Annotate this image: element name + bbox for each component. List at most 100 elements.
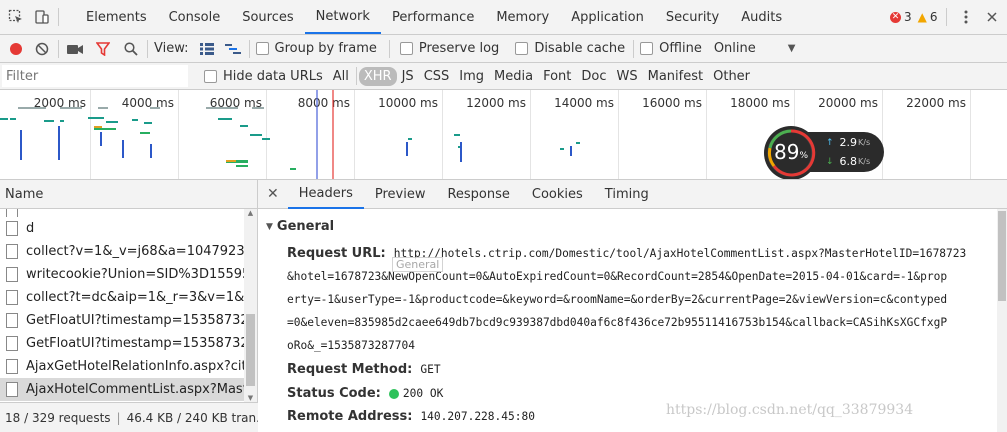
file-icon [6,221,18,236]
divider [633,39,635,58]
section-title: General [276,219,335,234]
tab-preview[interactable]: Preview [364,180,437,209]
request-url-line: oRo&_=1535873287704 [287,339,415,352]
tab-cookies[interactable]: Cookies [521,180,594,209]
upload-unit: K/s [858,138,871,147]
tab-timing[interactable]: Timing [594,180,660,209]
filter-other[interactable]: Other [708,67,755,86]
filter-font[interactable]: Font [538,67,576,86]
request-count: 18 / 329 requests [5,410,111,425]
filter-manifest[interactable]: Manifest [643,67,708,86]
download-arrow-icon: ↓ [826,156,834,167]
upload-arrow-icon: ↑ [826,137,834,148]
request-name: writecookie?Union=SID%3D155952% [26,267,257,282]
close-icon[interactable] [982,7,1002,27]
filter-all[interactable]: All [328,67,354,86]
filter-xhr[interactable]: XHR [358,66,397,86]
inspect-element-icon[interactable] [6,7,26,27]
tab-elements[interactable]: Elements [75,0,158,34]
filter-js[interactable]: JS [397,67,419,86]
filter-css[interactable]: CSS [419,67,455,86]
hide-data-urls-checkbox[interactable] [204,69,217,83]
transfer-size: 46.4 KB / 240 KB tran... [126,410,258,425]
tab-console[interactable]: Console [158,0,232,34]
view-label: View: [154,41,189,56]
request-row[interactable]: d [0,217,257,240]
request-row[interactable]: GetFloatUI?timestamp=15358732750 [0,332,257,355]
request-row[interactable]: collect?t=dc&aip=1&_r=3&v=1&_v= [0,286,257,309]
tab-memory[interactable]: Memory [485,0,560,34]
large-rows-icon[interactable] [197,39,217,59]
file-icon [6,267,18,282]
tab-application[interactable]: Application [560,0,655,34]
status-ok-icon [388,388,399,399]
filter-doc[interactable]: Doc [576,67,611,86]
scroll-down-arrow-icon[interactable]: ▼ [244,394,257,402]
download-speed: ↓ 6.8 K/s [826,155,870,168]
preserve-log-checkbox[interactable] [399,42,413,55]
timeline-overview[interactable]: 2000 ms 4000 ms 6000 ms 8000 ms 10000 ms… [0,90,1007,180]
gauge-percent-value: 89 [774,140,800,164]
request-name: collect?t=dc&aip=1&_r=3&v=1&_v= [26,290,257,305]
request-name: d [26,221,35,236]
console-counters[interactable]: ✕ 3 ▲ 6 [890,0,938,34]
divider [58,39,59,58]
name-column-header[interactable]: Name [0,180,257,209]
details-scrollbar[interactable] [997,209,1007,432]
tab-response[interactable]: Response [436,180,520,209]
disable-cache-checkbox[interactable] [515,42,529,55]
request-url-line: =0&eleven=835985d2caee649db7bcd9c939387d… [287,316,948,329]
tab-audits[interactable]: Audits [730,0,793,34]
filter-icon[interactable] [93,39,113,59]
throttling-select[interactable]: Online ▼ [714,41,796,56]
dropdown-arrow-icon: ▼ [787,43,796,54]
upload-speed: ↑ 2.9 K/s [826,136,870,149]
request-row[interactable]: collect?v=1&_v=j68&a=1047923350. [0,240,257,263]
request-list-scrollbar[interactable]: ▲ ▼ [244,209,257,402]
request-url-line: http://hotels.ctrip.com/Domestic/tool/Aj… [393,247,967,260]
hide-data-urls-label: Hide data URLs [223,68,323,84]
tab-security[interactable]: Security [655,0,730,34]
file-icon [6,382,18,397]
screenshot-capture-icon[interactable] [65,39,85,59]
close-details-icon[interactable]: ✕ [258,180,288,209]
warning-icon: ▲ [917,10,927,24]
filter-img[interactable]: Img [454,67,489,86]
request-row[interactable]: GetFloatUI?timestamp=15358732750 [0,309,257,332]
scroll-thumb[interactable] [998,211,1006,301]
request-row-selected[interactable]: AjaxHotelCommentList.aspx?MasterH [0,378,257,401]
tab-network[interactable]: Network [304,0,381,34]
filter-input[interactable] [2,65,188,87]
network-toolbar: View: Group by frame Preserve log Disabl… [0,35,1007,63]
device-toolbar-icon[interactable] [32,7,52,27]
search-icon[interactable] [121,39,141,59]
record-icon[interactable] [6,39,26,59]
request-name: AjaxHotelCommentList.aspx?MasterH [26,382,257,397]
request-method-row: Request Method: GET [287,362,441,377]
tab-sources[interactable]: Sources [231,0,304,34]
request-row[interactable]: AjaxGetHotelRelationInfo.aspx?city=1 [0,355,257,378]
more-options-icon[interactable] [956,7,976,27]
scroll-up-arrow-icon[interactable]: ▲ [244,209,257,219]
tab-headers[interactable]: Headers [287,180,364,209]
request-row[interactable]: writecookie?Union=SID%3D155952% [0,263,257,286]
preserve-log-label: Preserve log [418,41,500,56]
general-section-header[interactable]: ▼ General [266,219,334,234]
filter-media[interactable]: Media [489,67,538,86]
waterfall-icon[interactable] [223,39,243,59]
file-icon [6,209,18,217]
group-by-frame-label: Group by frame [274,41,377,56]
divider [147,39,148,58]
group-by-frame-checkbox[interactable] [255,42,269,55]
scroll-thumb[interactable] [246,314,255,386]
clear-icon[interactable] [32,39,52,59]
tooltip: General [392,257,444,272]
tab-performance[interactable]: Performance [381,0,485,34]
status-code-row: Status Code: 200 OK [287,386,443,401]
filter-ws[interactable]: WS [612,67,643,86]
offline-checkbox[interactable] [640,42,654,55]
file-icon [6,313,18,328]
status-divider: | [116,410,121,425]
divider [946,8,947,26]
memory-gauge[interactable]: 89 % [764,126,818,179]
